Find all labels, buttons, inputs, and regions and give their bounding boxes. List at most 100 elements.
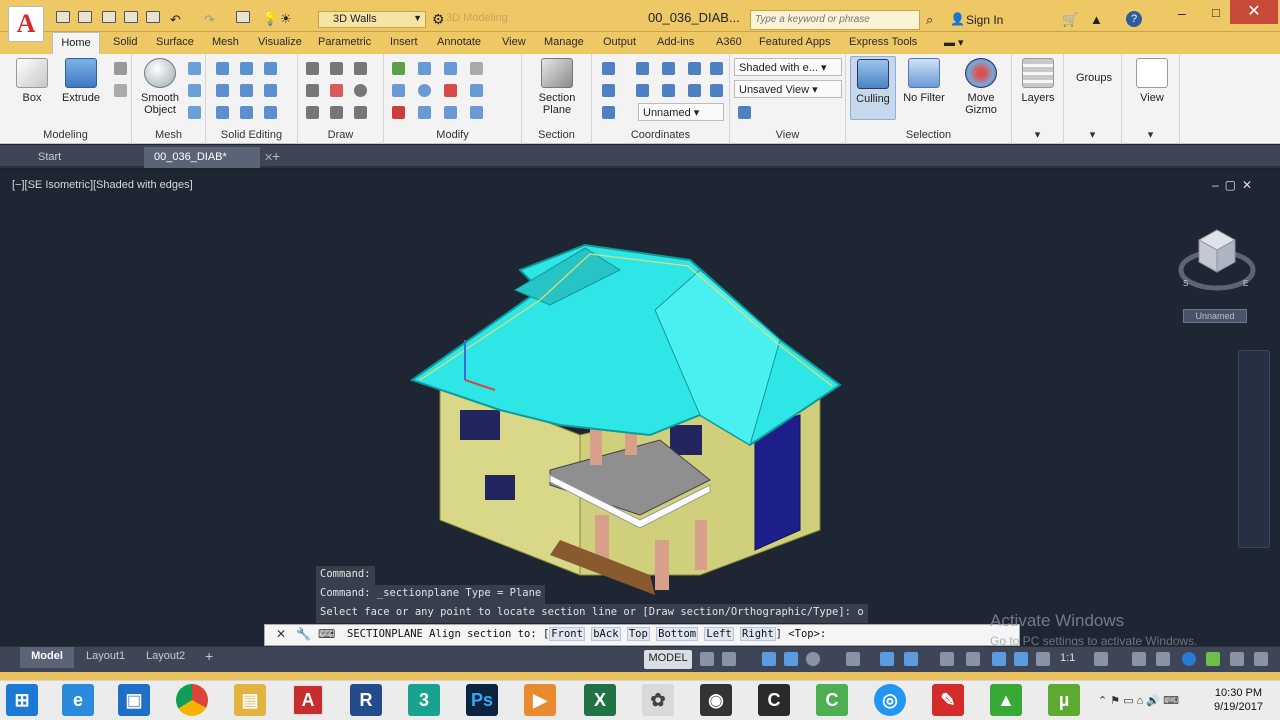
box-button[interactable]: Box [14,58,50,104]
tab-home[interactable]: Home [52,32,100,54]
auto-scale-icon[interactable] [1014,652,1028,666]
lightbulb-icon[interactable]: 💡 [262,11,278,27]
group-label-solid-editing[interactable]: Solid Editing [206,129,297,141]
group-label-section[interactable]: Section [522,129,591,141]
ucs-named-icon[interactable] [602,106,615,119]
ucs-y-icon[interactable] [688,62,701,75]
selection-cycling-icon[interactable] [966,652,980,666]
binoculars-icon[interactable]: ⌕ [926,12,933,28]
tab-annotate[interactable]: Annotate [437,36,481,48]
tab-drawing[interactable]: 00_036_DIAB* [144,147,260,168]
ucs-world-icon[interactable] [636,62,649,75]
file-explorer-icon[interactable]: ▤ [234,684,266,716]
mesh-tool-icon[interactable] [188,84,201,97]
sign-in-button[interactable]: Sign In [966,13,1003,27]
print-icon[interactable] [146,11,160,23]
snap-icon[interactable] [722,652,736,666]
group-label-view[interactable]: View [730,129,845,141]
autocad-icon[interactable]: A [292,684,324,716]
tab-layout1[interactable]: Layout1 [86,650,125,662]
fillet-edge-icon[interactable] [264,62,277,75]
region-icon[interactable] [354,106,367,119]
ucs-z-icon[interactable] [710,62,723,75]
erase-icon[interactable] [444,84,457,97]
polysolid-icon[interactable] [114,62,127,75]
ucs-face-icon[interactable] [602,84,615,97]
copy-icon[interactable] [392,84,405,97]
align-icon[interactable] [470,106,483,119]
clock[interactable]: 10:30 PM 9/19/2017 [1214,686,1263,714]
3dsmax-icon[interactable]: 3 [408,684,440,716]
application-menu-button[interactable]: A [8,6,44,42]
interfere-icon[interactable] [240,84,253,97]
named-view-dropdown[interactable]: Unsaved View ▾ [734,80,842,98]
polyline-icon[interactable] [330,62,343,75]
ortho-icon[interactable] [784,652,798,666]
start-button[interactable]: ⊞ [6,684,38,716]
culling-button[interactable]: Culling [850,56,896,120]
maximize-button[interactable]: □ [1212,5,1220,20]
clean-screen-icon[interactable] [1206,652,1220,666]
ucs-dynamic-icon[interactable] [904,652,918,666]
pdf-icon[interactable]: ✎ [932,684,964,716]
new-tab-icon[interactable]: + [272,148,280,164]
tab-featured-apps[interactable]: Featured Apps [759,36,831,48]
grid-icon[interactable] [700,652,714,666]
circle-icon[interactable] [354,84,367,97]
option-bottom[interactable]: Bottom [656,627,699,641]
viewport-window-controls[interactable]: ‒▢✕ [1212,178,1258,192]
excel-icon[interactable]: X [584,684,616,716]
mouse-icon[interactable]: ◉ [700,684,732,716]
ribbon-toggle-icon[interactable]: ▬ ▾ [944,36,964,49]
viewcube[interactable]: S E [1177,222,1257,302]
tab-manage[interactable]: Manage [544,36,584,48]
array-icon[interactable] [470,62,483,75]
tab-a360[interactable]: A360 [716,36,742,48]
open-icon[interactable] [78,11,92,23]
system-tray-icons[interactable]: ⌃ ⚑ ▭ ⌂ 🔊 ⌨ [1098,694,1179,707]
extract-edges-icon[interactable] [264,84,277,97]
option-front[interactable]: Front [549,627,585,641]
fullscreen-icon[interactable] [1230,652,1244,666]
redo-icon[interactable]: ↷ [204,12,215,28]
tab-layout2[interactable]: Layout2 [146,650,185,662]
mesh-tool-icon[interactable] [188,62,201,75]
section-plane-button[interactable]: Section Plane [532,58,582,116]
add-layout-icon[interactable]: + [205,648,213,664]
tab-visualize[interactable]: Visualize [258,36,302,48]
autocad-lt-icon[interactable]: ▲ [990,684,1022,716]
tab-view[interactable]: View [502,36,526,48]
separate-icon[interactable] [264,106,277,119]
move-gizmo-button[interactable]: Move Gizmo [956,58,1006,116]
arc-icon[interactable] [354,62,367,75]
annotation-visibility-icon[interactable] [992,652,1006,666]
tab-mesh[interactable]: Mesh [212,36,239,48]
ucs-object-icon[interactable] [662,84,675,97]
fillet-icon[interactable] [470,84,483,97]
tab-output[interactable]: Output [603,36,636,48]
mirror-icon[interactable] [418,106,431,119]
rotate-icon[interactable] [418,62,431,75]
tab-addins[interactable]: Add-ins [657,36,694,48]
ucs-menu[interactable]: Unnamed [1183,309,1247,323]
ucs-3point-icon[interactable] [688,84,701,97]
offset-icon[interactable] [418,84,431,97]
layer-dropdown[interactable]: 3D Walls ▼ [318,11,426,28]
option-back[interactable]: bAck [591,627,621,641]
tab-insert[interactable]: Insert [390,36,418,48]
view-expand-icon[interactable]: ▾ [1122,128,1179,141]
search-input[interactable]: Type a keyword or phrase [750,10,920,30]
scale-icon[interactable] [444,62,457,75]
gear-icon[interactable]: ⚙ [432,11,445,28]
close-button[interactable]: ✕ [1230,0,1278,24]
trim-icon[interactable] [392,106,405,119]
app-icon[interactable]: ✿ [642,684,674,716]
tab-start[interactable]: Start [20,147,130,167]
stretch-icon[interactable] [444,106,457,119]
mesh-tool-icon[interactable] [188,106,201,119]
command-prompt[interactable]: SECTIONPLANE Align section to: [Front bA… [347,627,826,641]
subtract-icon[interactable] [216,84,229,97]
intersect-icon[interactable] [216,106,229,119]
tab-express-tools[interactable]: Express Tools [849,36,917,48]
viewport-controls-label[interactable]: [−][SE Isometric][Shaded with edges] [12,179,193,191]
